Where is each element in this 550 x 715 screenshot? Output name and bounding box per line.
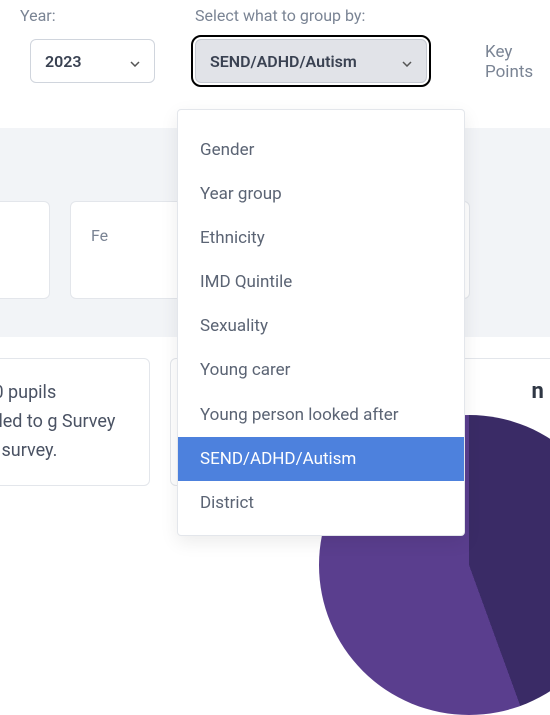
- groupby-control: Select what to group by: SEND/ADHD/Autis…: [195, 6, 427, 83]
- dropdown-option-ethnicity[interactable]: Ethnicity: [178, 216, 464, 260]
- dropdown-option-young-person-looked-after[interactable]: Young person looked after: [178, 393, 464, 437]
- year-control: Year: 2023: [20, 6, 155, 83]
- groupby-select-value: SEND/ADHD/Autism: [210, 52, 357, 71]
- year-select-value: 2023: [45, 52, 82, 71]
- dropdown-option-district[interactable]: District: [178, 481, 464, 525]
- chevron-down-icon: [130, 52, 140, 71]
- year-select[interactable]: 2023: [30, 39, 155, 83]
- chevron-down-icon: [402, 52, 412, 71]
- dropdown-option-imd-quintile[interactable]: IMD Quintile: [178, 260, 464, 304]
- dropdown-option-year-group[interactable]: Year group: [178, 172, 464, 216]
- dropdown-option-send-adhd-autism[interactable]: SEND/ADHD/Autism: [178, 437, 464, 481]
- card-label: rticipated: [0, 261, 29, 280]
- description-card: 16300 pupils sponded to g Survey g this …: [0, 358, 150, 486]
- key-points-link[interactable]: Key Points: [485, 42, 533, 82]
- groupby-label: Select what to group by:: [195, 6, 427, 25]
- dropdown-option-sexuality[interactable]: Sexuality: [178, 304, 464, 348]
- description-text: 16300 pupils sponded to g Survey g this …: [0, 382, 115, 461]
- dropdown-option-young-carer[interactable]: Young carer: [178, 348, 464, 392]
- filter-bar: Year: 2023 Select what to group by: SEND…: [0, 0, 550, 83]
- card-value: 3: [0, 220, 29, 255]
- dropdown-option-gender[interactable]: Gender: [178, 128, 464, 172]
- summary-card: 3 rticipated: [0, 201, 50, 299]
- groupby-dropdown-panel: Gender Year group Ethnicity IMD Quintile…: [177, 109, 465, 536]
- groupby-select[interactable]: SEND/ADHD/Autism: [195, 39, 427, 83]
- chart-title: n (%): [532, 379, 550, 404]
- year-label: Year:: [20, 6, 155, 25]
